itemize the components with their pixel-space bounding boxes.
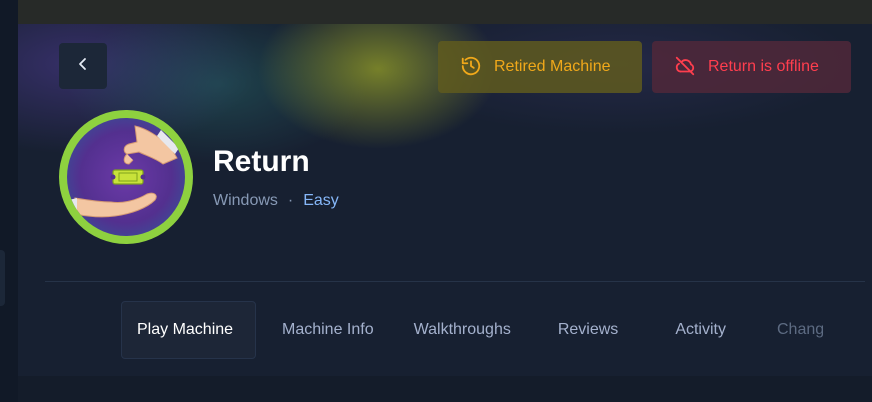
machine-offline-badge[interactable]: Return is offline	[652, 41, 851, 93]
tab-activity[interactable]: Activity	[675, 301, 726, 359]
history-icon	[460, 55, 484, 79]
tab-reviews[interactable]: Reviews	[558, 301, 618, 359]
top-banner-text: - - ' - - - - - - - - - - - - ' - - - - …	[42, 0, 289, 7]
tab-walkthroughs[interactable]: Walkthroughs	[414, 301, 511, 359]
machine-meta: Windows · Easy	[213, 192, 339, 210]
machine-os: Windows	[213, 192, 278, 209]
section-divider	[45, 281, 865, 282]
content-area-below	[18, 376, 872, 402]
sidebar-toggle-tab[interactable]	[0, 250, 5, 306]
tab-changelog[interactable]: Chang	[777, 301, 823, 359]
retired-machine-badge[interactable]: Retired Machine	[438, 41, 642, 93]
machine-offline-label: Return is offline	[708, 58, 819, 75]
machine-difficulty[interactable]: Easy	[303, 192, 339, 210]
machine-tabs: Play Machine Machine Info Walkthroughs R…	[121, 301, 823, 359]
tab-machine-info[interactable]: Machine Info	[282, 301, 374, 359]
hand-ticket-icon	[67, 118, 185, 236]
tab-play-machine[interactable]: Play Machine	[121, 301, 256, 359]
chevron-left-icon	[76, 57, 90, 76]
machine-name: Return	[213, 145, 310, 178]
top-banner: - - ' - - - - - - - - - - - - ' - - - - …	[18, 0, 872, 24]
machine-avatar	[59, 110, 193, 244]
retired-machine-label: Retired Machine	[494, 58, 611, 75]
back-button[interactable]	[59, 43, 107, 89]
meta-separator: ·	[287, 192, 294, 209]
left-sidebar-rail	[0, 0, 18, 402]
cloud-off-icon	[674, 55, 698, 79]
